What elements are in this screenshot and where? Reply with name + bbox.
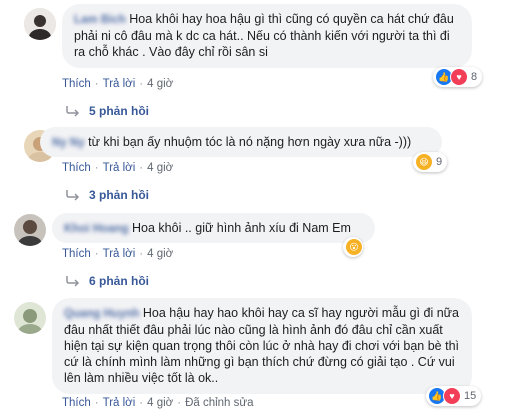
comment-bubble: Quang Huynh Hoa hậu hay hao khôi hay ca … <box>52 298 472 394</box>
comment-actions: Thích · Trả lời · 4 giờ <box>62 78 174 90</box>
reaction-summary[interactable]: 👍 ♥ 15 <box>426 386 482 406</box>
like-link[interactable]: Thích <box>62 248 91 260</box>
comment-actions: Thích · Trả lời · 4 giờ <box>62 248 174 260</box>
view-replies-link[interactable]: 5 phản hồi <box>66 104 149 118</box>
like-link[interactable]: Thích <box>62 78 91 90</box>
timestamp[interactable]: 4 giờ <box>147 248 173 260</box>
comment-author[interactable]: Khoi Hoang <box>64 223 129 235</box>
comment-author[interactable]: Quang Huynh <box>64 308 139 320</box>
reply-arrow-icon <box>66 106 80 117</box>
reply-link[interactable]: Trả lời <box>103 248 136 260</box>
comment-text: Hoa khôi .. giữ hình ảnh xíu đi Nam Em <box>132 221 351 235</box>
replies-count-label: 3 phản hồi <box>89 188 149 202</box>
reply-arrow-icon <box>66 190 80 201</box>
comment-actions: Thích · Trả lời · 4 giờ · Đã chỉnh sửa <box>62 397 254 409</box>
avatar[interactable] <box>24 8 56 40</box>
reaction-count: 8 <box>471 71 478 83</box>
love-reaction-icon: ♥ <box>450 68 468 86</box>
love-reaction-icon: ♥ <box>443 387 461 405</box>
comment-bubble: Lam Bich Hoa khôi hay hoa hậu gì thì cũn… <box>62 4 472 68</box>
view-replies-link[interactable]: 3 phản hồi <box>66 188 149 202</box>
like-link[interactable]: Thích <box>62 397 91 409</box>
replies-count-label: 5 phản hồi <box>89 104 149 118</box>
reaction-count: 15 <box>464 390 477 402</box>
reaction-count: 9 <box>436 156 443 168</box>
reply-link[interactable]: Trả lời <box>103 397 136 409</box>
view-replies-link[interactable]: 6 phản hồi <box>66 274 149 288</box>
comment-bubble: Khoi Hoang Hoa khôi .. giữ hình ảnh xíu … <box>52 213 375 243</box>
reaction-summary[interactable]: 👍 ♥ 8 <box>433 67 483 87</box>
reply-link[interactable]: Trả lời <box>103 78 136 90</box>
comment-author[interactable]: Ny Ny <box>52 137 85 149</box>
like-link[interactable]: Thích <box>62 162 91 174</box>
timestamp[interactable]: 4 giờ <box>147 162 173 174</box>
comment-bubble: Ny Ny từ khi bạn ấy nhuộm tóc là nó nặng… <box>40 127 442 157</box>
wow-reaction-icon: 😮 <box>345 238 363 256</box>
comment-author[interactable]: Lam Bich <box>74 14 126 26</box>
edited-label[interactable]: Đã chỉnh sửa <box>185 397 253 409</box>
comment-text: Hoa khôi hay hoa hậu gì thì cũng có quyề… <box>74 12 454 59</box>
reply-link[interactable]: Trả lời <box>103 162 136 174</box>
reaction-summary[interactable]: 😆 9 <box>413 152 448 172</box>
avatar[interactable] <box>14 302 46 334</box>
comment-actions: Thích · Trả lời · 4 giờ <box>62 162 174 174</box>
timestamp[interactable]: 4 giờ <box>147 78 173 90</box>
reply-arrow-icon <box>66 276 80 287</box>
reaction-summary[interactable]: 😮 <box>343 237 363 257</box>
replies-count-label: 6 phản hồi <box>89 274 149 288</box>
timestamp[interactable]: 4 giờ <box>147 397 173 409</box>
avatar[interactable] <box>14 214 46 246</box>
haha-reaction-icon: 😆 <box>415 153 433 171</box>
comment-text: từ khi bạn ấy nhuộm tóc là nó nặng hơn n… <box>88 135 412 149</box>
